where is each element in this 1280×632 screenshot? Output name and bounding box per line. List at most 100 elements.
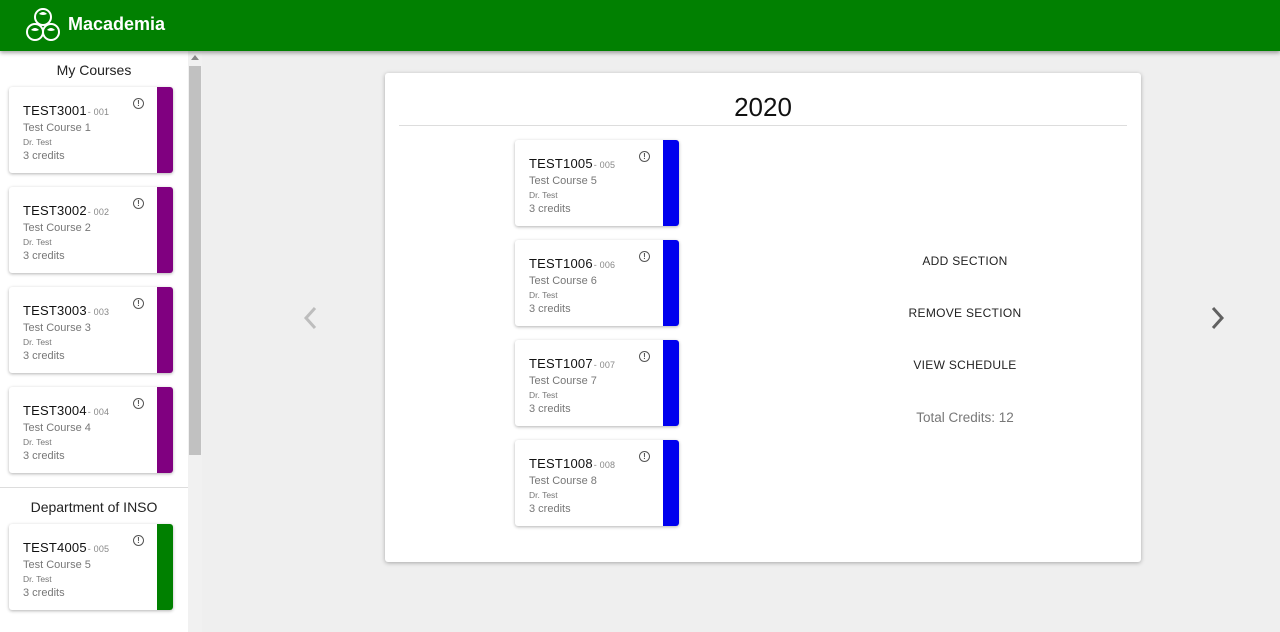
course-code-line: TEST3003- 003: [23, 303, 109, 318]
info-circle-icon[interactable]: !: [639, 151, 650, 162]
remove-section-button[interactable]: REMOVE SECTION: [885, 305, 1045, 357]
info-circle-icon[interactable]: !: [133, 298, 144, 309]
course-color-stripe: [663, 140, 679, 226]
course-professor: Dr. Test: [23, 574, 52, 584]
info-circle-icon[interactable]: !: [133, 398, 144, 409]
info-circle-icon[interactable]: !: [639, 351, 650, 362]
app-header: Macademia: [0, 0, 1280, 51]
course-code-line: TEST3001- 001: [23, 103, 109, 118]
course-code-line: TEST1007- 007: [529, 356, 615, 371]
course-professor: Dr. Test: [529, 190, 558, 200]
chevron-right-icon[interactable]: [1207, 305, 1227, 331]
course-color-stripe: [157, 287, 173, 373]
course-name: Test Course 3: [23, 322, 91, 334]
course-color-stripe: [663, 440, 679, 526]
add-section-button[interactable]: ADD SECTION: [885, 253, 1045, 305]
department-title: Department of INSO: [30, 499, 158, 515]
course-name: Test Course 4: [23, 422, 91, 434]
course-card[interactable]: TEST3001- 001 Test Course 1 Dr. Test 3 cred…: [9, 87, 173, 173]
course-color-stripe: [157, 387, 173, 473]
course-name: Test Course 6: [529, 275, 597, 287]
course-code-line: TEST1008- 008: [529, 456, 615, 471]
course-card[interactable]: TEST3003- 003 Test Course 3 Dr. Test 3 cred…: [9, 287, 173, 373]
scroll-up-arrow-icon[interactable]: [191, 55, 199, 60]
course-credits: 3 credits: [23, 150, 65, 162]
actions-panel: ADD SECTION REMOVE SECTION VIEW SCHEDULE…: [885, 253, 1045, 427]
course-code-line: TEST1006- 006: [529, 256, 615, 271]
course-code-line: TEST3002- 002: [23, 203, 109, 218]
course-credits: 3 credits: [23, 250, 65, 262]
info-circle-icon[interactable]: !: [639, 251, 650, 262]
macadamia-logo-icon: [26, 8, 60, 41]
course-section: - 004: [87, 407, 110, 417]
info-circle-icon[interactable]: !: [133, 198, 144, 209]
course-code-line: TEST3004- 004: [23, 403, 109, 418]
schedule-panel: 2020 TEST1005- 005 Test Course 5 Dr. Test 3…: [385, 73, 1141, 562]
course-professor: Dr. Test: [23, 437, 52, 447]
chevron-left-icon[interactable]: [301, 305, 321, 331]
course-color-stripe: [157, 187, 173, 273]
course-name: Test Course 5: [529, 175, 597, 187]
sidebar-scrollbar[interactable]: [188, 51, 202, 632]
course-code: TEST3003: [23, 303, 87, 318]
course-name: Test Course 2: [23, 222, 91, 234]
course-name: Test Course 1: [23, 122, 91, 134]
course-color-stripe: [663, 340, 679, 426]
course-card[interactable]: TEST1007- 007 Test Course 7 Dr. Test 3 cred…: [515, 340, 679, 426]
course-professor: Dr. Test: [529, 290, 558, 300]
course-credits: 3 credits: [23, 587, 65, 599]
my-courses-title: My Courses: [56, 62, 132, 78]
course-section: - 002: [87, 207, 110, 217]
course-professor: Dr. Test: [529, 390, 558, 400]
course-card[interactable]: TEST1008- 008 Test Course 8 Dr. Test 3 cred…: [515, 440, 679, 526]
course-section: - 006: [593, 260, 616, 270]
course-card[interactable]: TEST4005- 005 Test Course 5 Dr. Test 3 cred…: [9, 524, 173, 610]
department-courses-list: TEST4005- 005 Test Course 5 Dr. Test 3 cred…: [0, 524, 188, 610]
course-section: - 007: [593, 360, 616, 370]
my-courses-list: TEST3001- 001 Test Course 1 Dr. Test 3 cred…: [0, 87, 188, 473]
course-credits: 3 credits: [529, 403, 571, 415]
course-credits: 3 credits: [529, 203, 571, 215]
course-section: - 005: [87, 544, 110, 554]
course-card[interactable]: TEST1005- 005 Test Course 5 Dr. Test 3 cred…: [515, 140, 679, 226]
section-list: TEST1005- 005 Test Course 5 Dr. Test 3 cred…: [515, 140, 679, 540]
course-professor: Dr. Test: [23, 137, 52, 147]
course-section: - 008: [593, 460, 616, 470]
course-section: - 001: [87, 107, 110, 117]
course-code: TEST3001: [23, 103, 87, 118]
course-code: TEST3004: [23, 403, 87, 418]
sidebar-content: My Courses TEST3001- 001 Test Course 1 Dr.…: [0, 51, 188, 624]
course-code-line: TEST1005- 005: [529, 156, 615, 171]
app-title: Macademia: [68, 14, 166, 34]
course-name: Test Course 8: [529, 475, 597, 487]
course-name: Test Course 7: [529, 375, 597, 387]
scrollbar-thumb[interactable]: [189, 66, 201, 455]
course-code: TEST1006: [529, 256, 593, 271]
info-circle-icon[interactable]: !: [133, 535, 144, 546]
course-code: TEST1008: [529, 456, 593, 471]
course-code: TEST1007: [529, 356, 593, 371]
course-credits: 3 credits: [529, 303, 571, 315]
course-code-line: TEST4005- 005: [23, 540, 109, 555]
course-code: TEST1005: [529, 156, 593, 171]
info-circle-icon[interactable]: !: [133, 98, 144, 109]
course-credits: 3 credits: [529, 503, 571, 515]
course-section: - 005: [593, 160, 616, 170]
course-card[interactable]: TEST3004- 004 Test Course 4 Dr. Test 3 cred…: [9, 387, 173, 473]
info-circle-icon[interactable]: !: [639, 451, 650, 462]
year-divider: [399, 125, 1127, 126]
year-heading: 2020: [734, 92, 792, 122]
course-color-stripe: [157, 524, 173, 610]
course-code: TEST3002: [23, 203, 87, 218]
view-schedule-button[interactable]: VIEW SCHEDULE: [885, 357, 1045, 409]
course-professor: Dr. Test: [529, 490, 558, 500]
course-credits: 3 credits: [23, 350, 65, 362]
total-credits: Total Credits: 12: [916, 410, 1014, 425]
course-name: Test Course 5: [23, 559, 91, 571]
course-color-stripe: [663, 240, 679, 326]
course-card[interactable]: TEST1006- 006 Test Course 6 Dr. Test 3 cred…: [515, 240, 679, 326]
course-section: - 003: [87, 307, 110, 317]
course-credits: 3 credits: [23, 450, 65, 462]
course-professor: Dr. Test: [23, 237, 52, 247]
course-card[interactable]: TEST3002- 002 Test Course 2 Dr. Test 3 cred…: [9, 187, 173, 273]
